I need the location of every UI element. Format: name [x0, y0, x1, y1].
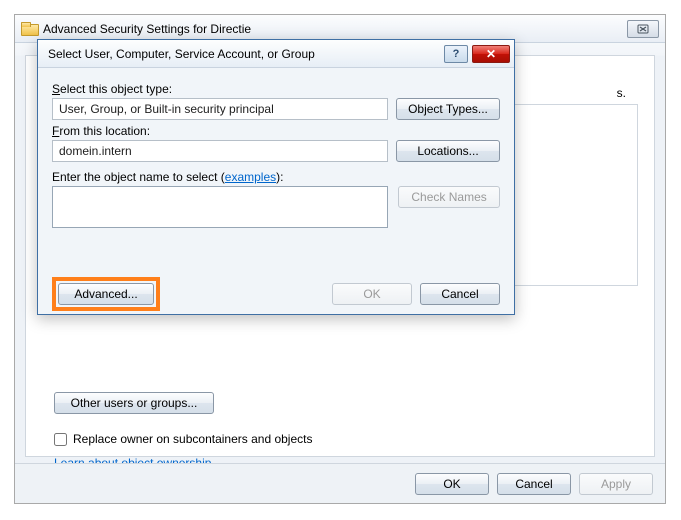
- window-title: Advanced Security Settings for Directie: [43, 22, 627, 36]
- select-object-dialog: Select User, Computer, Service Account, …: [37, 39, 515, 315]
- replace-owner-checkbox[interactable]: [54, 433, 67, 446]
- replace-owner-row: Replace owner on subcontainers and objec…: [54, 432, 312, 446]
- object-names-input[interactable]: [52, 186, 388, 228]
- other-users-button[interactable]: Other users or groups...: [54, 392, 214, 414]
- dialog-close-button[interactable]: ✕: [472, 45, 510, 63]
- enter-name-label: Enter the object name to select (example…: [52, 170, 500, 184]
- close-button[interactable]: [627, 20, 659, 38]
- parent-cancel-button[interactable]: Cancel: [497, 473, 571, 495]
- location-label: From this location:: [52, 124, 500, 138]
- location-field: domein.intern: [52, 140, 388, 162]
- close-icon: ✕: [486, 48, 496, 60]
- parent-ok-button[interactable]: OK: [415, 473, 489, 495]
- advanced-highlight-box: Advanced...: [52, 277, 160, 311]
- check-names-button: Check Names: [398, 186, 500, 208]
- dialog-titlebar: Select User, Computer, Service Account, …: [38, 40, 514, 68]
- folder-icon: [21, 22, 37, 36]
- dialog-footer: Advanced... OK Cancel: [38, 274, 514, 314]
- parent-footer: OK Cancel Apply: [15, 463, 665, 503]
- obscured-text-fragment: s.: [617, 86, 626, 100]
- examples-link[interactable]: examples: [225, 170, 276, 184]
- locations-button[interactable]: Locations...: [396, 140, 500, 162]
- dialog-cancel-button[interactable]: Cancel: [420, 283, 500, 305]
- object-type-field: User, Group, or Built-in security princi…: [52, 98, 388, 120]
- object-type-label: Select this object type:: [52, 82, 500, 96]
- parent-apply-button: Apply: [579, 473, 653, 495]
- help-icon: ?: [453, 48, 460, 60]
- dialog-ok-button: OK: [332, 283, 412, 305]
- dialog-body: Select this object type: User, Group, or…: [38, 68, 514, 238]
- parent-window: Advanced Security Settings for Directie …: [14, 14, 666, 504]
- close-icon: [637, 24, 649, 34]
- object-types-button[interactable]: Object Types...: [396, 98, 500, 120]
- advanced-button[interactable]: Advanced...: [58, 283, 154, 305]
- replace-owner-label: Replace owner on subcontainers and objec…: [73, 432, 312, 446]
- dialog-title: Select User, Computer, Service Account, …: [48, 47, 444, 61]
- help-button[interactable]: ?: [444, 45, 468, 63]
